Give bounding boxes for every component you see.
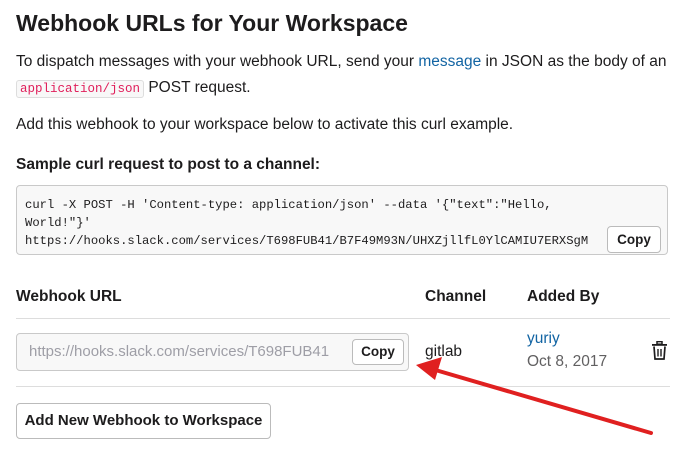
added-date: Oct 8, 2017: [527, 353, 608, 370]
add-new-webhook-button[interactable]: Add New Webhook to Workspace: [16, 403, 271, 439]
sample-curl-heading: Sample curl request to post to a channel…: [16, 156, 321, 173]
annotation-arrow-shaft: [430, 367, 653, 435]
added-by-header: Added By: [527, 288, 600, 305]
webhook-url-field[interactable]: https://hooks.slack.com/services/T698FUB…: [16, 333, 409, 371]
content-type-code: application/json: [16, 80, 145, 98]
webhook-url-header: Webhook URL: [16, 288, 122, 305]
curl-example-box: curl -X POST -H 'Content-type: applicati…: [16, 185, 668, 255]
curl-line-3: https://hooks.slack.com/services/T698FUB…: [25, 234, 589, 248]
trash-icon[interactable]: [651, 341, 668, 360]
intro-text-start: To dispatch messages with your webhook U…: [16, 53, 419, 70]
curl-line-1: curl -X POST -H 'Content-type: applicati…: [25, 198, 552, 212]
channel-header: Channel: [425, 288, 487, 305]
intro-text-middle: in JSON as the body of an: [481, 53, 667, 70]
page-title: Webhook URLs for Your Workspace: [16, 10, 408, 36]
curl-command: curl -X POST -H 'Content-type: applicati…: [25, 196, 595, 250]
channel-name: gitlab: [425, 343, 463, 360]
table-row-divider: [16, 386, 670, 387]
added-by-user-link[interactable]: yuriy: [527, 330, 560, 348]
activate-instructions: Add this webhook to your workspace below…: [16, 116, 514, 133]
copy-webhook-url-button[interactable]: Copy: [352, 339, 404, 365]
curl-line-2: World!"}': [25, 216, 91, 230]
table-header-divider: [16, 318, 670, 319]
message-link[interactable]: message: [418, 53, 481, 70]
intro-text: To dispatch messages with your webhook U…: [16, 49, 676, 102]
copy-curl-button[interactable]: Copy: [607, 226, 661, 253]
intro-text-end: POST request.: [144, 79, 251, 96]
webhook-url-value[interactable]: https://hooks.slack.com/services/T698FUB…: [29, 343, 329, 360]
